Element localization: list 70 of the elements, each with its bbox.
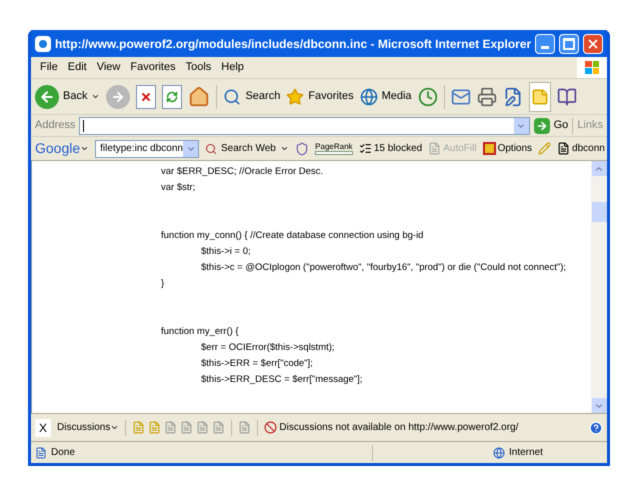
search-web-button[interactable]: Search Web [205,141,289,156]
highlighter-icon[interactable] [538,142,552,155]
status-text: Done [35,445,372,460]
menu-item[interactable]: View [92,59,126,76]
globe-icon [360,88,378,106]
menu-item[interactable]: Help [216,59,249,76]
code-line: $this->c = @OCIplogon ("poweroftwo", "fourby16", "prod") or die ("Could not connect"); [200,261,568,275]
code-line: function my_err() { [161,325,240,339]
search-icon [205,142,217,154]
security-zone: Internet [493,445,603,460]
pagerank-meter: PageRank [314,142,353,155]
star-icon [286,88,304,106]
code-line: function my_conn() { //Create database connection using bg-id [161,229,424,243]
menu-item[interactable]: Favorites [125,59,181,76]
caret-icon [91,92,100,101]
code-line: var $str; [161,181,196,195]
code-line: $this->ERR_DESC = $err["message"]; [200,373,364,387]
checklist-icon [358,142,372,155]
minimize-button[interactable] [535,34,556,54]
code-line: $err = OCIError($this->sqlstmt); [200,341,336,355]
discussion-tools-icon[interactable] [132,421,226,434]
popup-blocker-button[interactable]: 15 blocked [358,141,422,156]
caret-icon [110,423,120,432]
note-icon[interactable] [528,82,551,112]
forward-icon[interactable] [106,84,130,108]
document-icon [428,142,442,155]
media-button[interactable]: Media [360,88,412,106]
code-line: $this->ERR = $err["code"]; [200,357,314,371]
window-title: http://www.powerof2.org/modules/includes/dbconn.inc - Microsoft Internet Explorer [54,36,532,52]
discussions-button[interactable]: Discussions [57,420,120,435]
close-icon [586,36,600,50]
printer-icon[interactable] [476,86,497,106]
menu-item[interactable]: Tools [180,59,216,76]
go-arrow-icon [536,120,548,132]
menu-item[interactable]: Edit [62,59,92,76]
scroll-thumb[interactable] [592,202,606,222]
scrollbar[interactable] [591,161,607,413]
favorites-button[interactable]: Favorites [286,88,354,106]
document-icon [557,142,570,155]
menu-item[interactable]: File [35,59,63,76]
discussions-message: Discussions not available on http://www.powerof2.org/ [264,420,583,435]
home-icon[interactable] [188,86,210,108]
history-icon[interactable] [418,86,438,106]
globe-icon [493,446,505,458]
maximize-button[interactable] [559,34,580,54]
code-line: } [161,277,166,291]
edit-icon[interactable] [502,86,523,106]
windows-logo-icon [577,57,607,78]
refresh-icon[interactable] [162,84,182,108]
google-logo[interactable]: Google [35,138,90,159]
page-icon [35,446,47,458]
search-term-button[interactable]: dbconn [557,141,605,156]
address-label: Address [35,118,76,134]
options-button[interactable]: Options [482,141,532,156]
blocked-icon [264,421,278,434]
google-search-field[interactable]: filetype:inc dbconn [95,140,199,158]
code-line: $this->i = 0; [200,245,252,259]
close-discussions-button[interactable]: X [35,418,52,436]
back-button[interactable]: Back [35,84,100,108]
books-icon[interactable] [556,86,577,106]
code-line: var $ERR_DESC; //Oracle Error Desc. [161,165,324,179]
close-button[interactable] [583,34,603,54]
search-icon [223,88,242,106]
caret-icon [280,144,289,153]
help-icon[interactable] [589,420,603,434]
go-button[interactable]: Go [534,117,568,134]
address-field[interactable] [79,116,530,134]
mail-icon[interactable] [450,86,471,106]
search-button[interactable]: Search [223,88,280,106]
stop-icon[interactable] [136,84,156,108]
